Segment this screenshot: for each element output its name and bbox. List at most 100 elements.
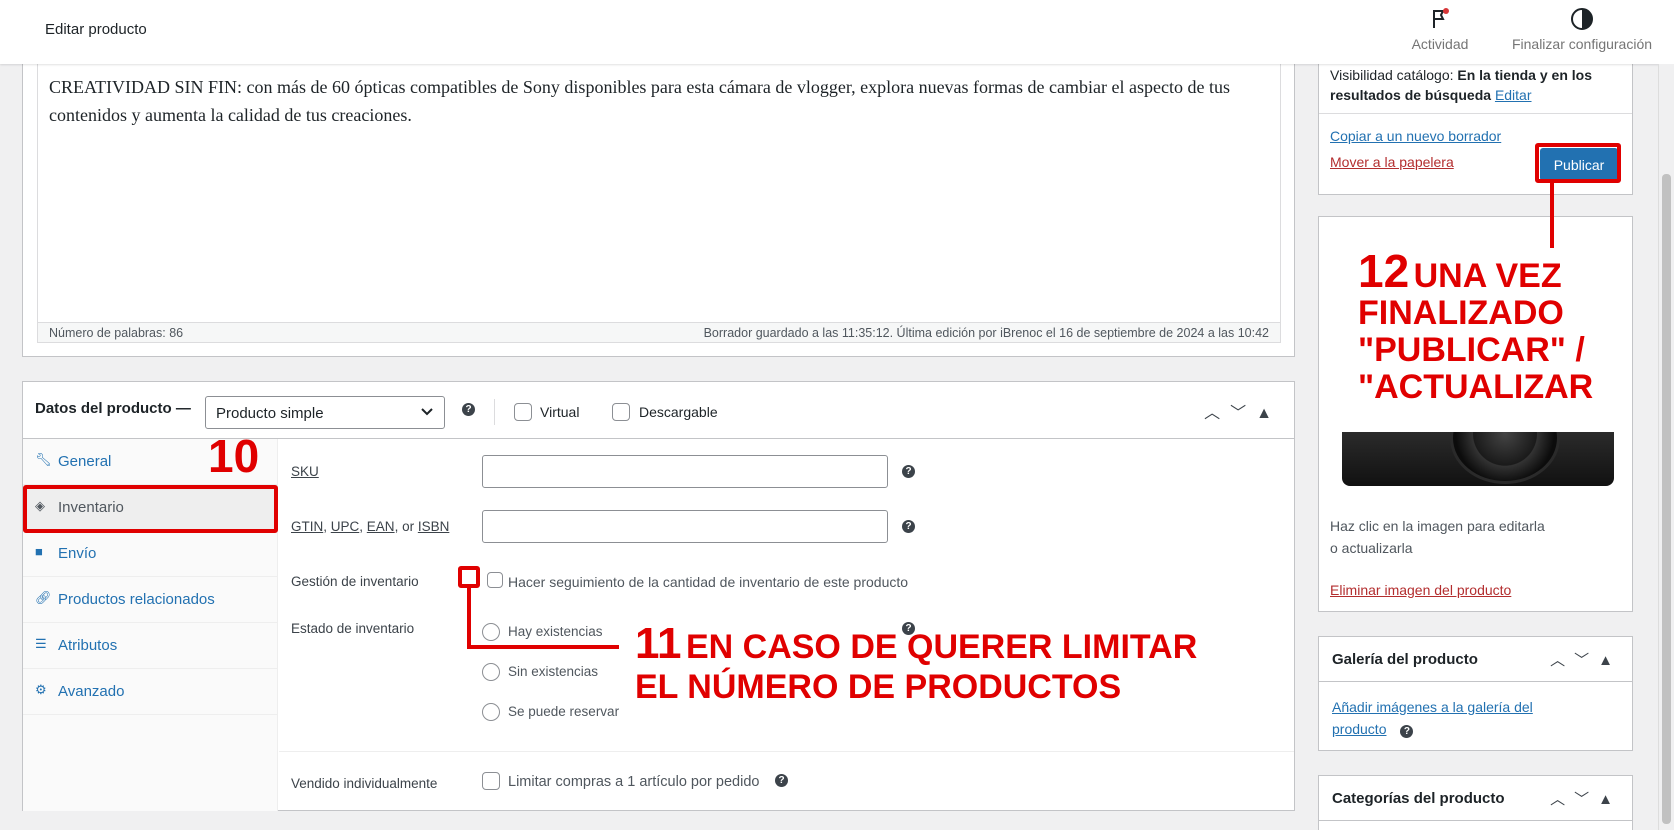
annotation-box-publish <box>1535 143 1621 183</box>
page-scrollbar[interactable] <box>1658 64 1674 830</box>
move-up-icon[interactable]: ︿ <box>1550 791 1574 808</box>
annotation-step-12: 12 UNA VEZ <box>1358 248 1562 296</box>
virtual-label: Virtual <box>540 404 580 420</box>
box-controls: ︿﹀▲ <box>1550 788 1622 809</box>
top-bar: Editar producto Actividad Finalizar conf… <box>0 0 1674 64</box>
gallery-header: Galería del producto ︿﹀▲ <box>1319 637 1632 682</box>
description-editor: CREATIVIDAD SIN FIN: con más de 60 óptic… <box>22 52 1295 357</box>
manage-stock-checkbox[interactable] <box>487 572 503 588</box>
annotation-number: 11 <box>635 619 682 668</box>
move-down-icon[interactable]: ﹀ <box>1574 652 1598 669</box>
editor-status-bar: Número de palabras: 86 Borrador guardado… <box>38 322 1280 342</box>
gtin-input[interactable] <box>482 510 888 543</box>
copy-draft-link[interactable]: Copiar a un nuevo borrador <box>1330 128 1501 144</box>
visibility-prefix: Visibilidad catálogo: <box>1330 67 1454 83</box>
help-icon[interactable]: ? <box>902 520 915 533</box>
remove-image-link[interactable]: Eliminar imagen del producto <box>1330 582 1511 598</box>
annotation-line <box>467 645 619 649</box>
help-icon[interactable]: ? <box>462 403 475 416</box>
radio-out-of-stock[interactable] <box>482 663 500 681</box>
half-circle-icon <box>1492 6 1672 32</box>
annotation-text: "ACTUALIZAR <box>1358 368 1594 406</box>
downloadable-checkbox[interactable] <box>612 403 630 421</box>
downloadable-label: Descargable <box>639 404 718 420</box>
image-help-line: Haz clic en la imagen para editarla <box>1330 518 1545 534</box>
box-controls: ︿﹀▲ <box>1550 649 1622 670</box>
annotation-step-12-rest: FINALIZADO "PUBLICAR" / "ACTUALIZAR <box>1358 295 1593 406</box>
tab-label: Avanzado <box>58 683 125 700</box>
tab-linked-products[interactable]: 🔗︎ Productos relacionados <box>23 577 278 623</box>
product-categories-box: Categorías del producto ︿﹀▲ <box>1318 775 1633 830</box>
sku-input[interactable] <box>482 455 888 488</box>
annotation-text: EN CASO DE QUERER LIMITAR <box>685 628 1198 666</box>
chevron-down-icon <box>420 404 434 421</box>
annotation-line <box>1550 183 1554 248</box>
finish-setup-label: Finalizar configuración <box>1511 36 1653 52</box>
move-trash-link[interactable]: Mover a la papelera <box>1330 154 1454 170</box>
link-icon: 🔗︎ <box>35 590 52 605</box>
move-down-icon[interactable]: ﹀ <box>1574 791 1598 808</box>
truck-icon: ■ <box>35 544 43 559</box>
scrollbar-thumb[interactable] <box>1662 174 1671 824</box>
move-up-icon[interactable]: ︿ <box>1550 652 1574 669</box>
product-gallery-box: Galería del producto ︿﹀▲ Añadir imágenes… <box>1318 636 1633 751</box>
visibility-edit-link[interactable]: Editar <box>1495 87 1532 103</box>
tab-attributes[interactable]: ☰ Atributos <box>23 623 278 669</box>
wrench-icon: 🔧︎ <box>35 452 52 467</box>
sold-individually-checkbox[interactable] <box>482 772 500 790</box>
add-gallery-link[interactable]: producto <box>1332 721 1386 737</box>
tab-label: Productos relacionados <box>58 591 215 608</box>
stock-status-label: Estado de inventario <box>291 621 415 636</box>
help-icon[interactable]: ? <box>1400 725 1414 738</box>
backorder-label: Se puede reservar <box>508 704 620 719</box>
gtin-label: GTIN, UPC, EAN, or ISBN <box>291 519 450 534</box>
move-down-icon[interactable]: ﹀ <box>1230 405 1256 422</box>
annotation-number: 12 <box>1358 245 1410 297</box>
tab-label: General <box>58 453 112 470</box>
annotation-text: "PUBLICAR" / <box>1358 331 1585 369</box>
radio-backorder[interactable] <box>482 703 500 721</box>
tab-advanced[interactable]: ⚙ Avanzado <box>23 669 278 715</box>
gallery-title: Galería del producto <box>1332 651 1478 668</box>
tab-shipping[interactable]: ■ Envío <box>23 531 278 577</box>
gear-icon: ⚙ <box>35 682 47 697</box>
product-image[interactable] <box>1330 432 1623 488</box>
editor-content-area[interactable]: CREATIVIDAD SIN FIN: con más de 60 óptic… <box>37 53 1281 343</box>
virtual-checkbox[interactable] <box>514 403 532 421</box>
sold-individually-label: Vendido individualmente <box>291 776 438 791</box>
toggle-panel-icon[interactable]: ▲ <box>1598 791 1622 808</box>
annotation-step-11: 11 EN CASO DE QUERER LIMITAR <box>635 622 1197 667</box>
toggle-panel-icon[interactable]: ▲ <box>1598 652 1622 669</box>
page-title: Editar producto <box>45 21 147 38</box>
add-gallery-link[interactable]: Añadir imágenes a la galería del <box>1332 699 1533 715</box>
activity-label: Actividad <box>1411 36 1469 52</box>
annotation-line <box>467 588 471 649</box>
editor-text[interactable]: CREATIVIDAD SIN FIN: con más de 60 óptic… <box>49 73 1259 129</box>
tab-label: Envío <box>58 545 97 562</box>
out-of-stock-label: Sin existencias <box>508 664 599 679</box>
help-icon[interactable]: ? <box>775 774 788 787</box>
catalog-visibility: Visibilidad catálogo: En la tienda y en … <box>1330 65 1620 105</box>
divider <box>1319 113 1632 114</box>
radio-in-stock[interactable] <box>482 623 500 641</box>
tab-label: Atributos <box>58 637 118 654</box>
list-icon: ☰ <box>35 636 47 651</box>
product-type-select[interactable]: Producto simple <box>205 396 445 429</box>
annotation-text: UNA VEZ <box>1413 257 1562 295</box>
move-up-icon[interactable]: ︿ <box>1204 405 1230 422</box>
add-gallery-images[interactable]: Añadir imágenes a la galería del product… <box>1332 696 1562 740</box>
word-count: Número de palabras: 86 <box>49 326 184 340</box>
activity-button[interactable]: Actividad <box>1405 6 1475 52</box>
manage-stock-label: Hacer seguimiento de la cantidad de inve… <box>508 574 909 590</box>
flag-icon <box>1405 6 1475 32</box>
categories-title: Categorías del producto <box>1332 790 1505 807</box>
divider <box>494 399 495 425</box>
toggle-panel-icon[interactable]: ▲ <box>1256 405 1282 422</box>
product-data-title: Datos del producto — <box>35 400 191 417</box>
finish-setup-button[interactable]: Finalizar configuración <box>1492 6 1672 52</box>
image-help-line: o actualizarla <box>1330 540 1413 556</box>
annotation-step-10: 10 <box>208 430 260 482</box>
sku-label: SKU <box>291 464 319 479</box>
help-icon[interactable]: ? <box>902 465 915 478</box>
divider <box>279 751 1294 752</box>
